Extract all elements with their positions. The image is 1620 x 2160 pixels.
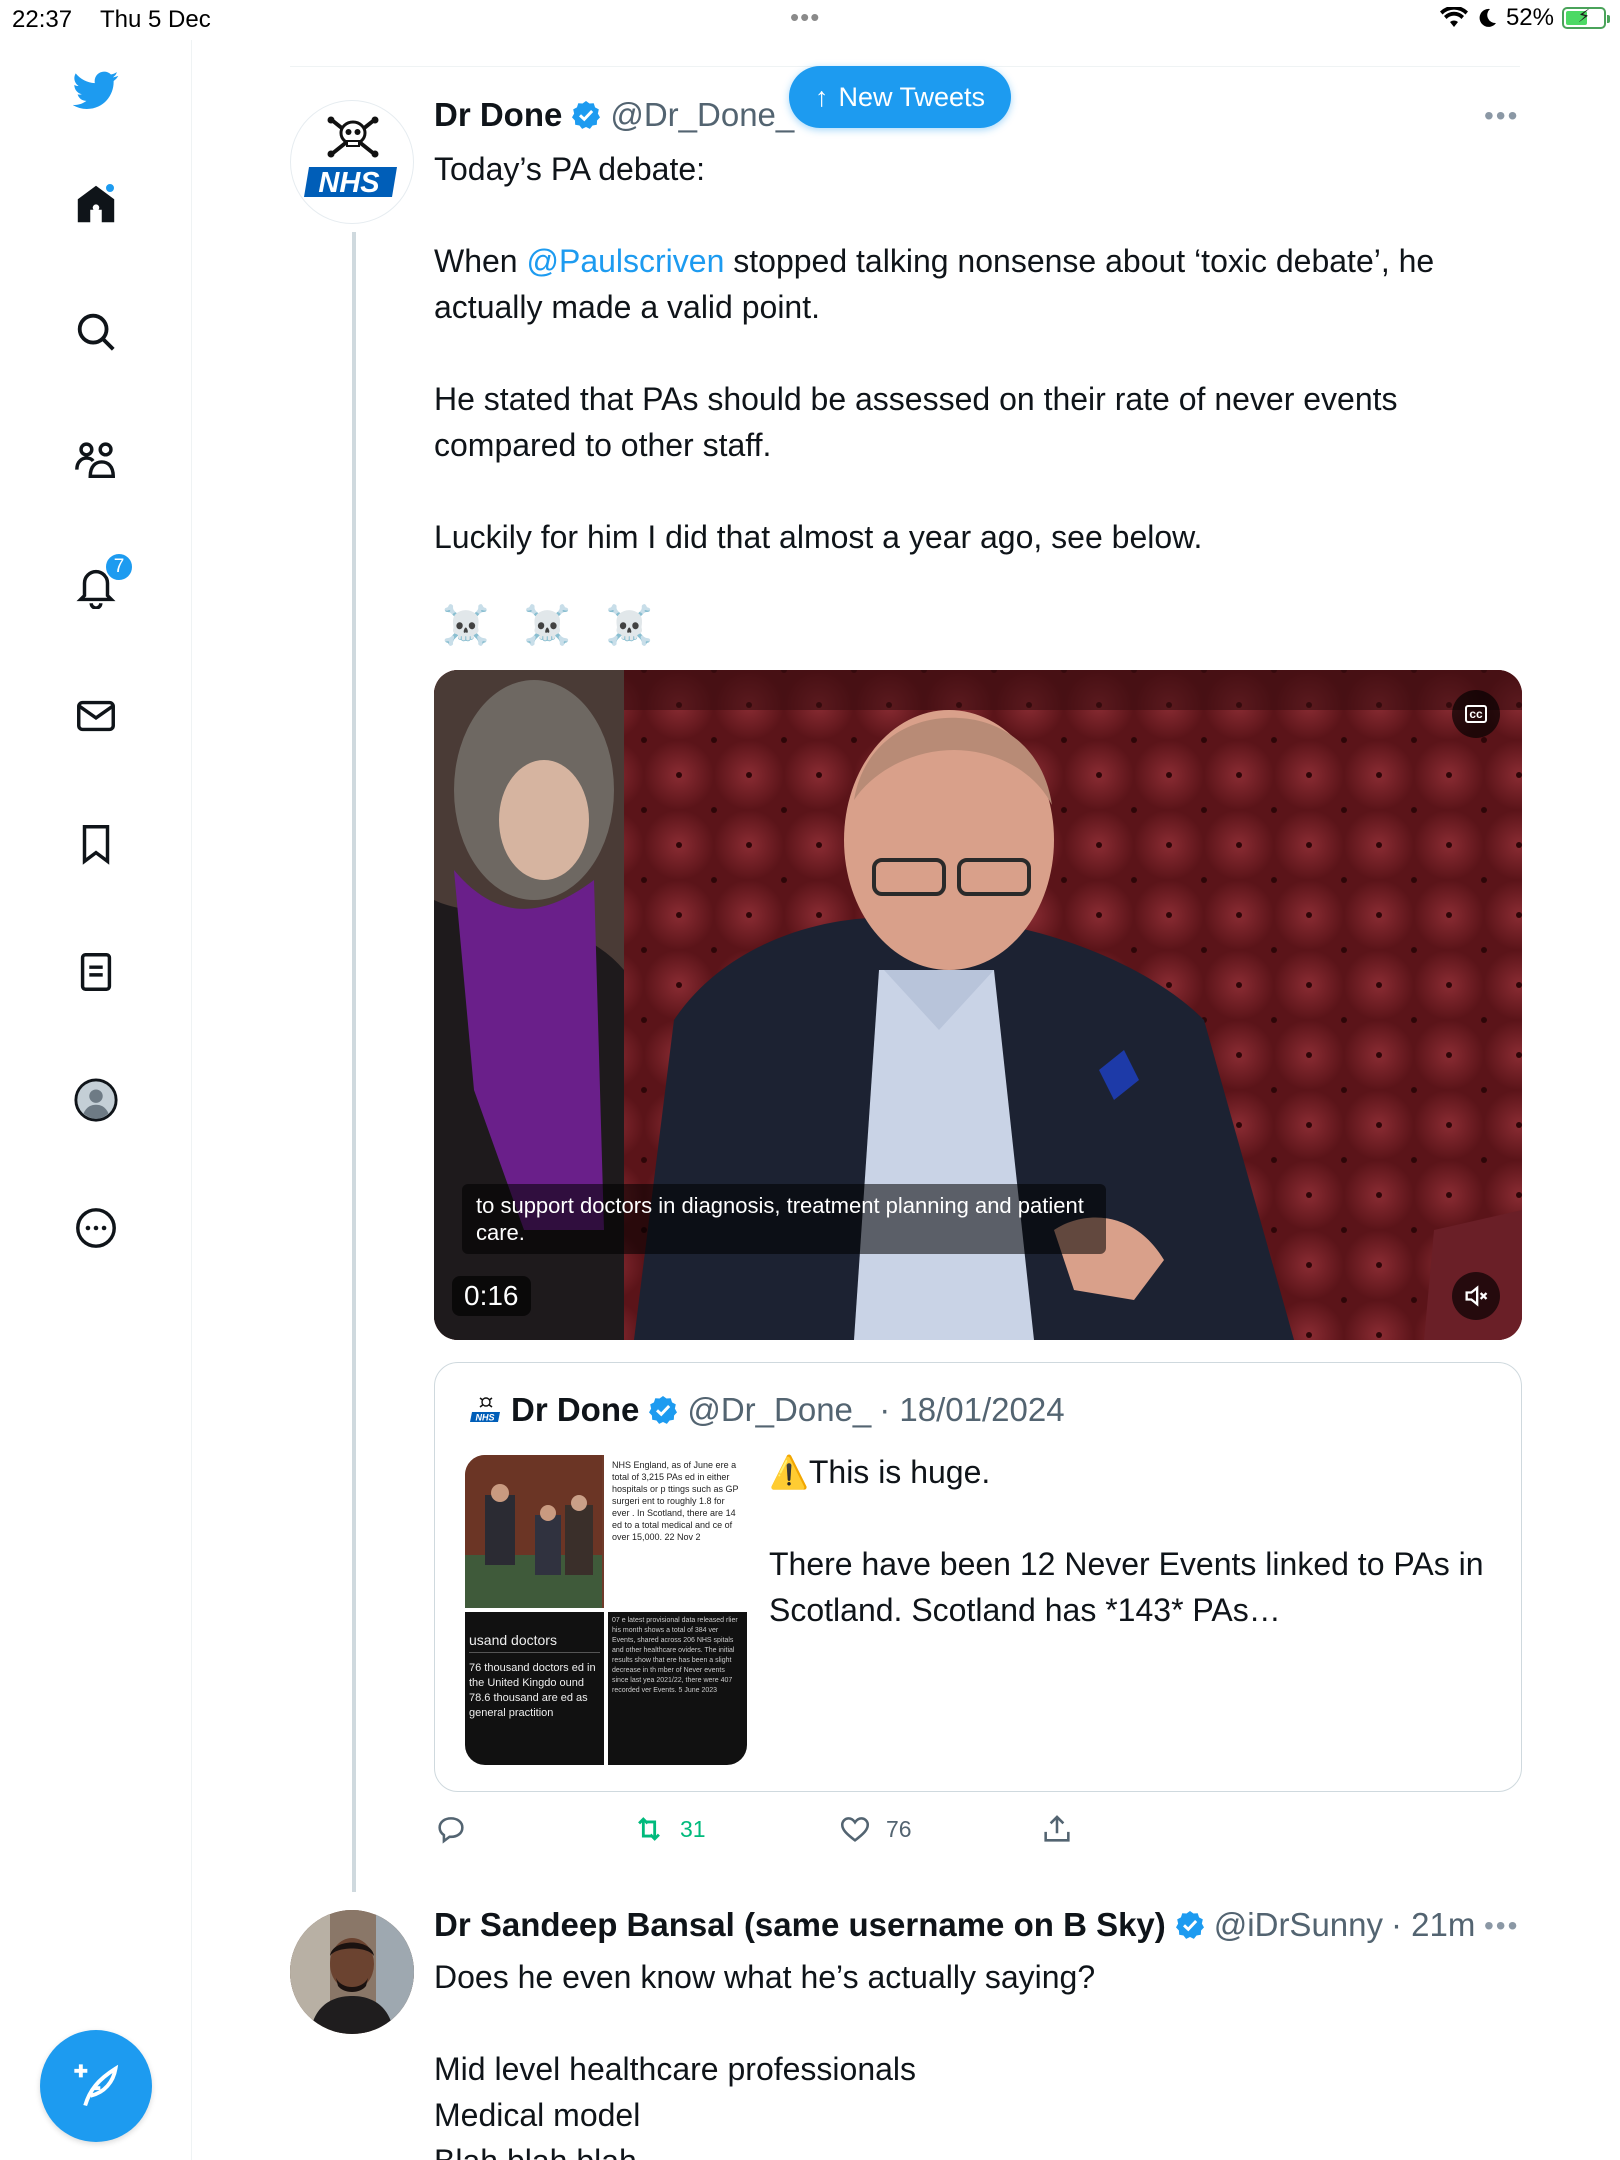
reply-avatar[interactable] — [290, 1910, 414, 2034]
reply-button[interactable] — [434, 1812, 482, 1846]
share-icon — [1044, 1815, 1070, 1842]
quote-author-name[interactable]: Dr Done — [511, 1391, 639, 1429]
skull-emojis: ☠️ ☠️ ☠️ — [442, 605, 666, 647]
compose-tweet-button[interactable] — [40, 2030, 152, 2142]
tweet-text-line: Luckily for him I did that almost a year… — [434, 519, 1203, 555]
like-button[interactable]: 76 — [838, 1812, 912, 1846]
reply-body: Does he even know what he’s actually say… — [434, 1954, 1514, 2160]
tweet-body: Today’s PA debate: When @Paulscriven sto… — [434, 146, 1514, 560]
thumb-doctors-excerpt: usand doctors 76 thousand doctors ed in … — [465, 1612, 604, 1765]
like-count: 76 — [886, 1815, 912, 1842]
nhs-skull-logo-icon: NHS — [304, 116, 397, 199]
retweet-button[interactable]: 31 — [632, 1812, 706, 1846]
avatar[interactable]: NHS — [290, 100, 414, 224]
mute-button[interactable] — [1452, 1272, 1500, 1320]
video-caption: to support doctors in diagnosis, treatme… — [462, 1184, 1106, 1254]
mention-link[interactable]: @Paulscriven — [526, 243, 724, 279]
quote-media-thumbnail[interactable]: NHS England, as of June ere a total of 3… — [465, 1455, 747, 1765]
quote-header: NHS Dr Done @Dr_Done_ · 18/01/2024 — [469, 1391, 1065, 1429]
status-bar: 22:37 Thu 5 Dec ••• 52% ⚡ — [0, 0, 1620, 40]
reply-text-line: Blah blah blah — [434, 2138, 1514, 2160]
retweet-count: 31 — [680, 1815, 706, 1842]
quoted-tweet[interactable]: NHS Dr Done @Dr_Done_ · 18/01/2024 NHS E… — [434, 1362, 1522, 1792]
sidebar: 7 — [0, 40, 192, 2160]
share-button[interactable] — [1040, 1812, 1074, 1846]
arrow-up-icon: ↑ — [815, 81, 829, 112]
search-icon[interactable] — [66, 302, 126, 362]
quote-author-handle[interactable]: @Dr_Done_ — [687, 1391, 871, 1429]
thumb-never-events-excerpt: 07 e latest provisional data released rl… — [608, 1612, 747, 1765]
thread-connector — [352, 232, 356, 1892]
reply-text-line: Mid level healthcare professionals — [434, 2051, 917, 2087]
tweet-header: Dr Done @Dr_Done_ · — [434, 96, 813, 134]
svg-text:NHS: NHS — [475, 1413, 494, 1423]
status-time: 22:37 — [12, 6, 73, 33]
battery-icon: ⚡ — [1562, 6, 1610, 29]
thumb-doctors-title: usand doctors — [469, 1633, 600, 1653]
tweet-actions: 31 76 — [434, 1812, 1434, 1852]
tweet-more-icon[interactable]: ••• — [1484, 100, 1519, 132]
heart-icon — [840, 1817, 870, 1842]
profile-icon[interactable] — [66, 1070, 126, 1130]
reply-author-handle[interactable]: @iDrSunny — [1214, 1906, 1383, 1944]
new-tweets-label: New Tweets — [838, 81, 986, 112]
notifications-badge: 7 — [104, 552, 134, 582]
moon-icon — [1479, 8, 1496, 27]
reply-more-icon[interactable]: ••• — [1484, 1910, 1519, 1942]
quote-body: ⚠️This is huge. There have been 12 Never… — [769, 1449, 1489, 1633]
quote-date: · 18/01/2024 — [879, 1391, 1065, 1428]
lists-icon[interactable] — [66, 942, 126, 1002]
home-unread-dot — [104, 182, 116, 194]
more-icon[interactable] — [66, 1198, 126, 1258]
reply-text-line: Does he even know what he’s actually say… — [434, 1959, 1096, 1995]
wifi-icon — [1439, 7, 1468, 27]
tweet-text-line: Today’s PA debate: — [434, 151, 706, 187]
quote-text-line: There have been 12 Never Events linked t… — [769, 1546, 1484, 1628]
reply-header: Dr Sandeep Bansal (same username on B Sk… — [434, 1906, 1475, 1944]
reply-text-line: Medical model — [434, 2097, 641, 2133]
home-icon[interactable] — [66, 174, 126, 234]
thumb-image-chamber — [465, 1455, 604, 1608]
author-name[interactable]: Dr Done — [434, 96, 562, 134]
twitter-bird-icon[interactable] — [66, 60, 126, 120]
verified-badge-icon — [572, 101, 601, 129]
verified-badge-icon — [1175, 1911, 1204, 1939]
thumb-doctors-text: 76 thousand doctors ed in the United Kin… — [469, 1662, 596, 1719]
closed-captions-button[interactable]: cc — [1452, 690, 1500, 738]
thumb-text-excerpt: NHS England, as of June ere a total of 3… — [608, 1455, 747, 1608]
video-duration: 0:16 — [452, 1276, 531, 1316]
speaker-muted-icon — [1465, 1285, 1488, 1307]
retweet-icon — [638, 1817, 660, 1841]
bookmark-icon[interactable] — [66, 814, 126, 874]
quote-avatar-icon: NHS — [470, 1397, 500, 1423]
avatar-photo — [290, 1910, 414, 2034]
messages-icon[interactable] — [66, 686, 126, 746]
battery-percent: 52% — [1505, 4, 1554, 31]
status-indicators: 52% ⚡ — [1439, 4, 1610, 32]
svg-text:NHS: NHS — [318, 167, 380, 199]
reply-icon — [438, 1817, 464, 1844]
verified-badge-icon — [649, 1396, 678, 1424]
notifications-icon[interactable]: 7 — [66, 552, 134, 616]
reply-text-lines: Mid level healthcare professionals Medic… — [434, 2046, 1514, 2160]
reply-author-name[interactable]: Dr Sandeep Bansal (same username on B Sk… — [434, 1906, 1166, 1944]
status-date: Thu 5 Dec — [100, 6, 211, 33]
quote-text-line: ⚠️This is huge. — [769, 1454, 991, 1490]
reply-time: · 21m — [1391, 1906, 1476, 1943]
tweet-text-line: He stated that PAs should be assessed on… — [434, 381, 1398, 463]
cc-label: cc — [1465, 705, 1487, 723]
author-handle[interactable]: @Dr_Done_ — [610, 96, 794, 134]
tweet-text-fragment: When — [434, 243, 527, 279]
multitasking-dots-icon[interactable]: ••• — [790, 2, 820, 33]
new-tweets-button[interactable]: ↑ New Tweets — [789, 66, 1012, 128]
compose-icon — [74, 2064, 119, 2107]
video-player[interactable]: cc to support doctors in diagnosis, trea… — [434, 670, 1522, 1340]
communities-icon[interactable] — [66, 430, 126, 490]
tweet-text-line: When @Paulscriven stopped talking nonsen… — [434, 238, 1514, 330]
